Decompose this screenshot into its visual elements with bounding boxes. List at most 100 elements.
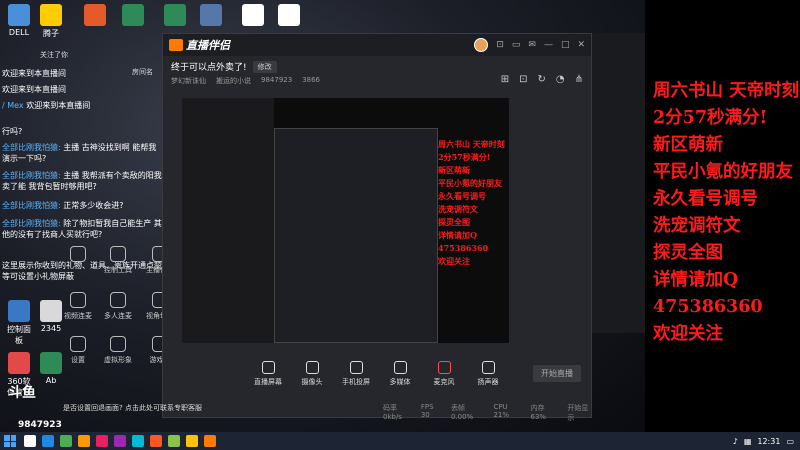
tool-button[interactable]: 控制工具 <box>98 246 138 275</box>
tool-button[interactable]: 视频连麦 <box>58 292 98 321</box>
minimize-button[interactable]: — <box>544 40 553 50</box>
chat-text: 欢迎来到本直播间 <box>2 85 66 94</box>
app-icon <box>200 4 222 26</box>
notice-text[interactable]: 是否设置回退画面? 点击此处可联系专职客服 <box>63 403 202 413</box>
chat-message: 行吗? <box>2 126 162 137</box>
tool-button[interactable]: 多人连麦 <box>98 292 138 321</box>
clock[interactable]: 12:31 <box>757 437 780 446</box>
room-tag: 搬运的小说 <box>216 77 251 85</box>
chat-message: 全部比刚我怕猿: 正常多少收会进? <box>2 200 162 211</box>
app-icon[interactable] <box>78 435 90 447</box>
tool-icon <box>349 361 363 374</box>
tool-icon <box>110 246 126 262</box>
tool-button[interactable]: 设置 <box>58 336 98 365</box>
app-icon[interactable] <box>150 435 162 447</box>
share-icon[interactable]: ⋔ <box>575 74 583 85</box>
taskbar-apps <box>24 435 216 447</box>
desktop-icon[interactable] <box>238 4 268 28</box>
mail-icon[interactable]: ✉ <box>528 40 536 50</box>
preview-red-line: 周六书山 天帝时刻 <box>438 139 505 149</box>
promo-text-panel: 周六书山 天帝时刻 2分57秒满分! 新区萌新 平民小氪的好朋友 永久看号调号 洗宠调符文… <box>645 0 800 432</box>
promo-line: 探灵全图 <box>653 243 723 263</box>
refresh-icon[interactable]: ↻ <box>537 74 545 85</box>
tool-icon <box>481 361 495 374</box>
chat-message: / Mex 欢迎来到本直播间 <box>2 100 162 111</box>
app-icon[interactable] <box>96 435 108 447</box>
status-item: CPU 21% <box>493 403 510 419</box>
bottom-tool-button[interactable]: 扬声器 <box>471 361 505 387</box>
status-item: 内存 63% <box>530 404 547 421</box>
chat-text: 正常多少收会进? <box>63 201 124 210</box>
app-icon[interactable] <box>60 435 72 447</box>
gift-icon[interactable]: ⊞ <box>501 74 509 85</box>
chat-text: 欢迎来到本直播间 <box>26 101 91 110</box>
preview-red-line: 475386360 <box>438 243 489 253</box>
preview-red-line: 2分57秒满分! <box>438 152 491 162</box>
game-category[interactable]: 梦幻新诛仙 <box>171 76 206 86</box>
search-icon[interactable] <box>24 435 36 447</box>
preview-red-line: 洗宠调符文 <box>438 204 478 214</box>
volume-icon[interactable]: ♪ <box>733 437 738 446</box>
taskbar: ♪ ▦ 12:31 ▭ <box>0 432 800 450</box>
tool-button[interactable] <box>58 246 98 265</box>
room-title: 终于可以点外卖了! <box>171 63 247 73</box>
browser-icon[interactable] <box>42 435 54 447</box>
bottom-tool-button[interactable]: 多媒体 <box>383 361 417 387</box>
tool-icon <box>261 361 275 374</box>
promo-line: 2分57秒满分! <box>653 108 768 128</box>
start-stream-button[interactable]: 开始直播 <box>533 365 581 382</box>
window-icon[interactable]: ▭ <box>512 40 521 50</box>
preview-red-line: 详情请加Q <box>438 230 477 240</box>
stream-preview: 周六书山 天帝时刻 2分57秒满分! 新区萌新 平民小氪的好朋友 永久看号调号 洗宠调符文… <box>182 98 509 343</box>
windows-start-icon[interactable] <box>4 435 16 447</box>
room-action-icons: ⊞ ⊡ ↻ ◔ ⋔ <box>501 74 583 85</box>
bell-icon[interactable]: ◔ <box>556 74 565 85</box>
bottom-tool-button[interactable]: 手机投屏 <box>339 361 373 387</box>
edit-title-button[interactable]: 修改 <box>252 60 277 73</box>
chat-username[interactable]: / Mex <box>2 101 24 110</box>
chat-message: 欢迎来到本直播间 <box>2 68 162 79</box>
promo-line: 欢迎关注 <box>653 324 723 344</box>
status-item: 码率0kb/s <box>383 404 402 421</box>
room-id: 9847923 <box>261 76 293 84</box>
network-icon[interactable]: ▦ <box>744 437 752 446</box>
promo-line: 平民小氪的好朋友 <box>653 162 793 182</box>
preview-chat <box>182 98 274 343</box>
chat-message: 欢迎来到本直播间 <box>2 84 162 95</box>
maximize-button[interactable]: □ <box>561 40 570 50</box>
close-button[interactable]: ✕ <box>577 40 585 50</box>
desktop-icon[interactable] <box>274 4 304 28</box>
chat-panel: 关注了你 房间名 欢迎来到本直播间 欢迎来到本直播间 / Mex 欢迎来到本直播间行… <box>0 0 174 432</box>
promo-line: 详情请加Q <box>653 270 739 290</box>
desktop-icon[interactable] <box>196 4 226 28</box>
chat-username[interactable]: 全部比刚我怕猿: <box>2 201 61 210</box>
streaming-app-icon[interactable] <box>204 435 216 447</box>
preview-window <box>274 128 438 343</box>
tool-icon <box>110 292 126 308</box>
bottom-tool-button[interactable]: 摄像头 <box>295 361 329 387</box>
chat-username[interactable]: 全部比刚我怕猿: <box>2 219 61 228</box>
app-icon[interactable] <box>132 435 144 447</box>
preview-red-text: 周六书山 天帝时刻 2分57秒满分! 新区萌新 平民小氪的好朋友 永久看号调号 洗宠调符文… <box>438 138 508 268</box>
tool-icon <box>70 292 86 308</box>
lock-icon[interactable]: ⊡ <box>519 74 527 85</box>
window-controls: ⊡ ▭ ✉ — □ ✕ <box>474 38 585 52</box>
tool-icon <box>70 246 86 262</box>
tool-button[interactable]: 虚拟形象 <box>98 336 138 365</box>
avatar[interactable] <box>474 38 489 52</box>
app-icon[interactable] <box>114 435 126 447</box>
logo-icon <box>169 39 183 51</box>
screenshot-icon[interactable]: ⊡ <box>496 40 504 50</box>
app-icon[interactable] <box>186 435 198 447</box>
status-item: 开始显示 <box>567 404 589 422</box>
preview-red-line: 永久看号调号 <box>438 191 486 201</box>
chat-text: 行吗? <box>2 127 23 136</box>
bottom-tool-button[interactable]: 麦克风 <box>427 361 461 387</box>
chat-message: 全部比刚我怕猿: 除了物扣暂我自己能生产 其他的没有了找商人买就行吧? <box>2 218 162 240</box>
notification-icon[interactable]: ▭ <box>786 437 794 446</box>
app-icon[interactable] <box>168 435 180 447</box>
bottom-tool-button[interactable]: 直播屏幕 <box>251 361 285 387</box>
chat-username[interactable]: 全部比刚我怕猿: <box>2 171 61 180</box>
chat-username[interactable]: 全部比刚我怕猿: <box>2 143 61 152</box>
preview-red-line: 欢迎关注 <box>438 256 470 266</box>
